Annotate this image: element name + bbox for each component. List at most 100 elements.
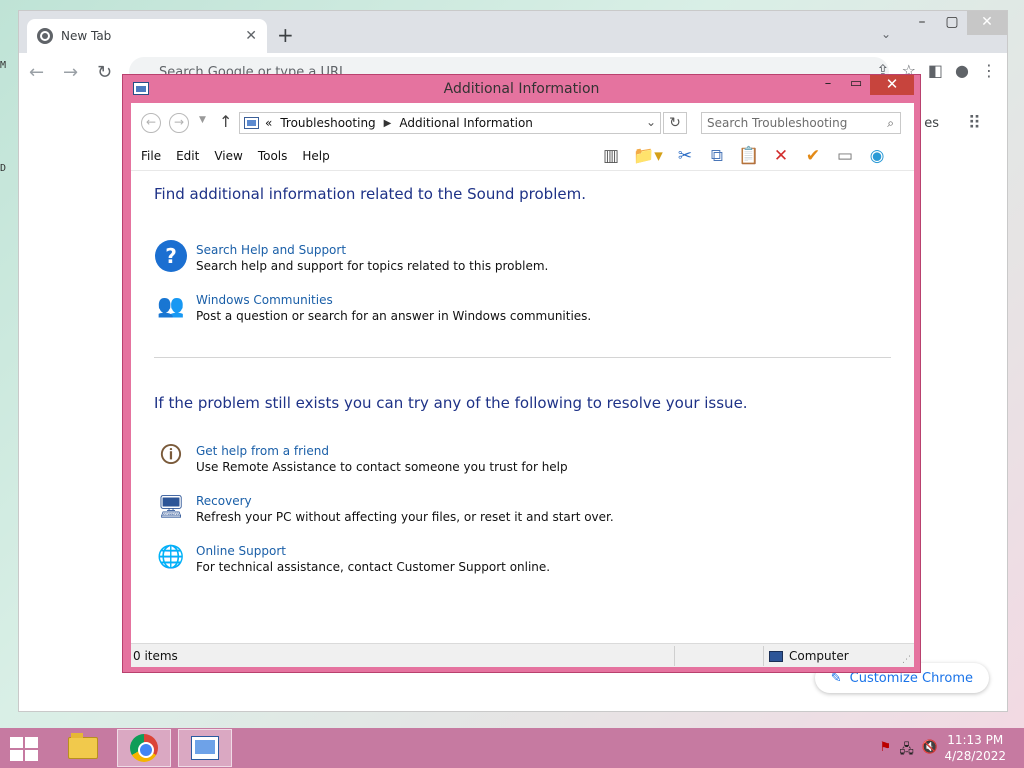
search-help-link[interactable]: Search Help and Support: [196, 243, 548, 257]
folder-icon: [68, 733, 98, 759]
taskbar-file-explorer[interactable]: [56, 729, 110, 767]
windows-logo-icon: [25, 750, 38, 761]
window-body: ← → ▼ ↑ « Troubleshooting ▶ Additional I…: [131, 103, 914, 667]
clock-time: 11:13 PM: [947, 733, 1004, 747]
control-panel-icon: [244, 117, 259, 129]
clock-date: 4/28/2022: [944, 749, 1006, 763]
forward-icon[interactable]: →: [169, 113, 189, 133]
menu-tools[interactable]: Tools: [258, 149, 288, 163]
globe-icon: 🌐: [157, 544, 185, 570]
up-arrow-icon[interactable]: ↑: [219, 112, 232, 131]
list-item: ? Search Help and Support Search help an…: [154, 239, 891, 273]
volume-muted-icon[interactable]: 🔇: [922, 740, 938, 762]
window-title: Additional Information: [443, 81, 600, 97]
search-input[interactable]: Search Troubleshooting ⌕: [701, 112, 901, 134]
tab-title: New Tab: [61, 29, 112, 43]
menu-view[interactable]: View: [214, 149, 242, 163]
chrome-icon: [130, 734, 158, 762]
resize-grip-icon[interactable]: ⋰: [902, 655, 911, 665]
content-pane: Find additional information related to t…: [131, 185, 914, 574]
get-help-from-friend-link[interactable]: Get help from a friend: [196, 444, 568, 458]
breadcrumb-overflow[interactable]: «: [265, 116, 272, 130]
forward-icon[interactable]: →: [63, 62, 97, 83]
network-icon[interactable]: 🖧: [899, 740, 914, 762]
windows-communities-link[interactable]: Windows Communities: [196, 293, 591, 307]
back-icon[interactable]: ←: [29, 62, 63, 83]
location-label: Computer: [789, 649, 849, 663]
chrome-favicon-icon: [37, 28, 53, 44]
remote-assistance-icon: 🛈: [159, 443, 183, 468]
menu-help[interactable]: Help: [302, 149, 329, 163]
menu-file[interactable]: File: [141, 149, 161, 163]
breadcrumb-troubleshooting[interactable]: Troubleshooting: [280, 116, 375, 130]
section-divider: [154, 357, 891, 358]
recovery-link[interactable]: Recovery: [196, 494, 614, 508]
chrome-menu-icon[interactable]: ⋮: [981, 61, 997, 80]
help-icon: ?: [154, 239, 188, 273]
search-icon[interactable]: ⌕: [887, 113, 894, 133]
window-title-bar[interactable]: Additional Information – ▭ ✕: [123, 75, 920, 103]
maximize-icon[interactable]: ▭: [842, 75, 870, 95]
copy-icon[interactable]: ⧉: [701, 143, 733, 169]
status-bar: 0 items Computer ⋰: [131, 643, 914, 667]
list-item: 👥 Windows Communities Post a question or…: [154, 289, 891, 323]
recovery-icon: 🖥: [157, 494, 185, 520]
status-divider: [674, 646, 675, 666]
task-description: Search help and support for topics relat…: [196, 259, 549, 273]
breadcrumb-chevron-icon[interactable]: ▶: [384, 118, 392, 129]
taskbar: ⚑ 🖧 🔇 11:13 PM 4/28/2022: [0, 728, 1024, 768]
menu-and-toolbar-row: File Edit View Tools Help ▥ 📁▾ ✂ ⧉ 📋 ✕ ✔…: [131, 141, 914, 171]
recent-locations-dropdown-icon[interactable]: ▼: [199, 115, 206, 125]
list-item: 🛈 Get help from a friend Use Remote Assi…: [154, 440, 891, 474]
paste-icon[interactable]: 📋: [733, 143, 765, 169]
desktop-icon-fragment: M: [0, 60, 7, 71]
refresh-icon[interactable]: ↻: [663, 112, 687, 134]
tab-new-tab[interactable]: New Tab ✕: [27, 19, 267, 53]
back-icon[interactable]: ←: [141, 113, 161, 133]
clock[interactable]: 11:13 PM 4/28/2022: [944, 732, 1006, 764]
chrome-window-controls: – ▢ ✕: [907, 11, 1007, 35]
tab-close-icon[interactable]: ✕: [245, 28, 257, 44]
status-location: Computer: [769, 649, 849, 663]
section-heading: If the problem still exists you can try …: [154, 394, 748, 412]
minimize-icon[interactable]: –: [907, 11, 937, 35]
task-description: Refresh your PC without affecting your f…: [196, 510, 614, 524]
menu-edit[interactable]: Edit: [176, 149, 199, 163]
google-apps-icon[interactable]: ⠿: [968, 113, 981, 134]
menu-bar: File Edit View Tools Help: [141, 149, 345, 163]
window-controls: – ▭ ✕: [814, 75, 914, 95]
windows-logo-icon: [25, 737, 38, 748]
breadcrumb-additional-information[interactable]: Additional Information: [399, 116, 533, 130]
new-tab-button[interactable]: +: [277, 23, 294, 47]
properties-icon[interactable]: ▭: [829, 143, 861, 169]
profile-avatar-icon[interactable]: ●: [955, 61, 969, 80]
taskbar-chrome[interactable]: [117, 729, 171, 767]
control-panel-icon: [191, 736, 219, 760]
ntp-link-fragment[interactable]: es: [924, 116, 939, 131]
list-item: 🌐 Online Support For technical assistanc…: [154, 540, 891, 574]
start-button[interactable]: [10, 737, 38, 761]
task-description: Post a question or search for an answer …: [196, 309, 592, 323]
system-tray: ⚑ 🖧 🔇: [880, 740, 938, 762]
checkmark-icon[interactable]: ✔: [797, 143, 829, 169]
organize-folder-icon[interactable]: 📁▾: [627, 143, 669, 169]
item-count: 0 items: [133, 649, 178, 663]
globe-icon[interactable]: ◉: [861, 143, 893, 169]
delete-icon[interactable]: ✕: [765, 143, 797, 169]
address-dropdown-icon[interactable]: ⌄: [646, 115, 656, 129]
maximize-icon[interactable]: ▢: [937, 11, 967, 35]
task-description: For technical assistance, contact Custom…: [196, 560, 551, 574]
minimize-icon[interactable]: –: [814, 75, 842, 95]
action-center-flag-icon[interactable]: ⚑: [880, 740, 892, 762]
cut-icon[interactable]: ✂: [669, 143, 701, 169]
close-icon[interactable]: ✕: [967, 11, 1007, 35]
command-toolbar: ▥ 📁▾ ✂ ⧉ 📋 ✕ ✔ ▭ ◉: [595, 143, 893, 169]
side-panel-icon[interactable]: ◧: [928, 61, 943, 80]
preview-pane-icon[interactable]: ▥: [595, 143, 627, 169]
online-support-link[interactable]: Online Support: [196, 544, 550, 558]
taskbar-control-panel[interactable]: [178, 729, 232, 767]
address-bar[interactable]: « Troubleshooting ▶ Additional Informati…: [239, 112, 661, 134]
communities-icon: 👥: [157, 293, 185, 319]
close-icon[interactable]: ✕: [870, 75, 914, 95]
tab-search-icon[interactable]: ⌄: [881, 27, 891, 41]
